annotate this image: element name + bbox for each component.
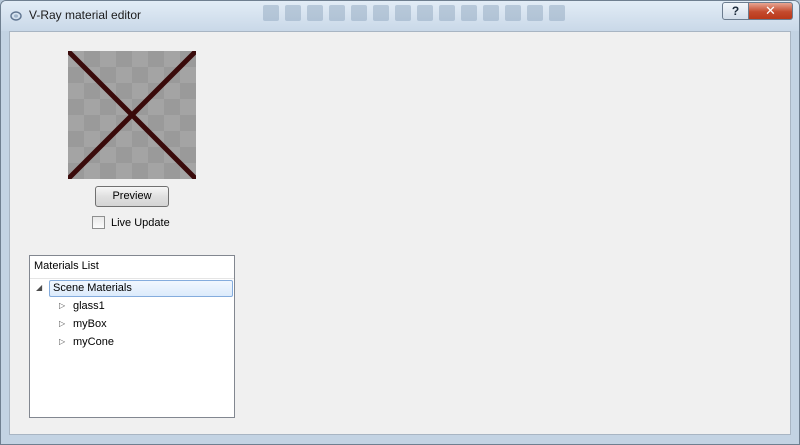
tree-item-label: Scene Materials (53, 282, 132, 294)
expand-triangle-icon[interactable]: ▷ (59, 333, 65, 351)
tree-item-mybox[interactable]: ▷ myBox (30, 315, 234, 333)
tree-item-mycone[interactable]: ▷ myCone (30, 333, 234, 351)
app-icon (10, 11, 22, 21)
live-update-row[interactable]: Live Update (92, 216, 170, 229)
background-toolbar (263, 5, 565, 25)
editor-client-area: Preview Live Update Materials List ◢ Sce… (9, 31, 791, 435)
editor-window: V-Ray material editor ? ✕ Preview Live U… (0, 0, 800, 445)
expand-triangle-icon[interactable]: ▷ (59, 315, 65, 333)
help-button[interactable]: ? (722, 2, 749, 20)
tree-item-scene-materials[interactable]: ◢ Scene Materials (30, 279, 234, 297)
live-update-checkbox[interactable] (92, 216, 105, 229)
window-title: V-Ray material editor (29, 8, 142, 22)
close-button[interactable]: ✕ (749, 2, 793, 20)
material-preview-image (68, 51, 196, 179)
preview-button[interactable]: Preview (95, 186, 169, 207)
materials-list-header: Materials List (30, 256, 234, 279)
expand-triangle-icon[interactable]: ▷ (59, 297, 65, 315)
live-update-label: Live Update (111, 216, 170, 229)
tree-item-label: glass1 (73, 300, 105, 312)
tree-item-label: myCone (73, 336, 114, 348)
materials-list[interactable]: Materials List ◢ Scene Materials ▷ glass… (29, 255, 235, 418)
tree-item-label: myBox (73, 318, 107, 330)
window-controls: ? ✕ (722, 2, 793, 20)
collapse-triangle-icon[interactable]: ◢ (36, 279, 42, 297)
tree-item-glass1[interactable]: ▷ glass1 (30, 297, 234, 315)
title-bar[interactable]: V-Ray material editor ? ✕ (1, 1, 799, 31)
